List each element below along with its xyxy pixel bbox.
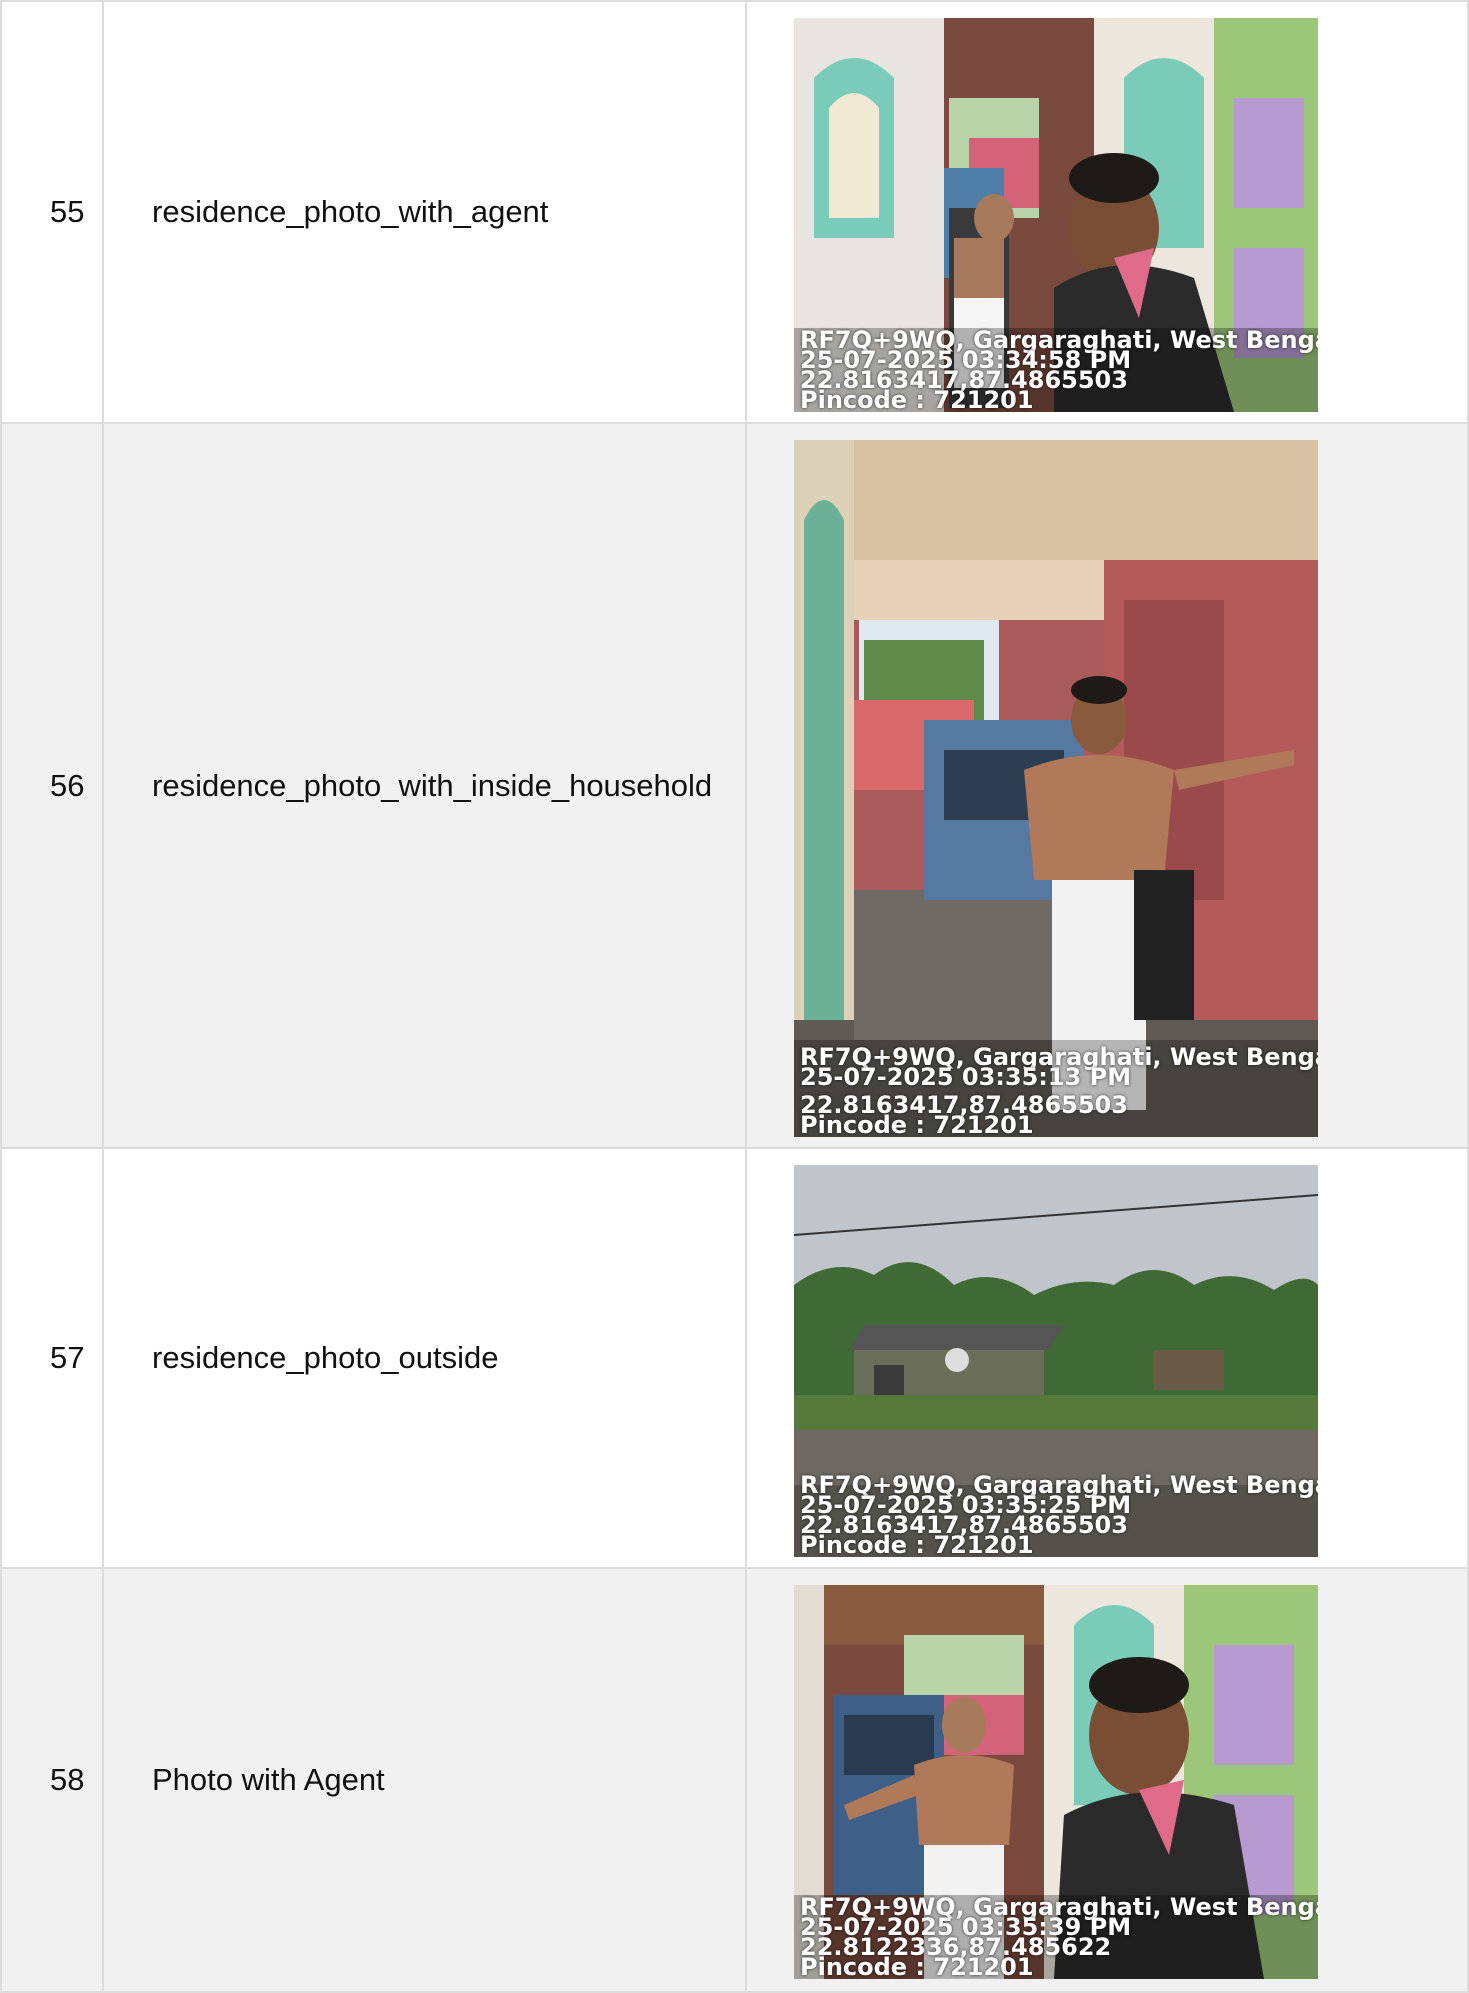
table-row: 57 residence_photo_outside RF7Q+9WQ, Gar… (0, 1147, 1469, 1569)
table-row: 56 residence_photo_with_inside_household (0, 422, 1469, 1149)
photo-stamp: RF7Q+9WQ, Gargaraghati, West Bengal 7212… (800, 328, 1318, 412)
photo-stamp: RF7Q+9WQ, Gargaraghati, West Bengal 7212… (800, 1895, 1318, 1979)
row-label: residence_photo_outside (102, 1147, 747, 1569)
row-label: residence_photo_with_inside_household (102, 422, 747, 1149)
table-row: 55 residence_photo_with_agent RF7Q+9WQ, … (0, 0, 1469, 424)
household-scene-image (794, 440, 1318, 1137)
photo-cell: RF7Q+9WQ, Gargaraghati, West Bengal 7212… (745, 0, 1469, 424)
row-label: Photo with Agent (102, 1567, 747, 1993)
agent-photo[interactable]: RF7Q+9WQ, Gargaraghati, West Bengal 7212… (794, 1585, 1318, 1979)
photo-cell: RF7Q+9WQ, Gargaraghati, West Bengal 7212… (745, 1147, 1469, 1569)
photo-table: 55 residence_photo_with_agent RF7Q+9WQ, … (0, 0, 1469, 1993)
residence-household-photo[interactable]: RF7Q+9WQ, Gargaraghati, West Bengal 7212… (794, 440, 1318, 1137)
row-number: 57 (0, 1147, 104, 1569)
photo-stamp: RF7Q+9WQ, Gargaraghati, West Bengal 7212… (800, 1045, 1318, 1137)
residence-outside-photo[interactable]: RF7Q+9WQ, Gargaraghati, West Bengal 7212… (794, 1165, 1318, 1557)
row-label: residence_photo_with_agent (102, 0, 747, 424)
photo-stamp: RF7Q+9WQ, Gargaraghati, West Bengal 7212… (800, 1473, 1318, 1557)
row-number: 58 (0, 1567, 104, 1993)
photo-cell: RF7Q+9WQ, Gargaraghati, West Bengal 7212… (745, 422, 1469, 1149)
row-number: 56 (0, 422, 104, 1149)
photo-cell: RF7Q+9WQ, Gargaraghati, West Bengal 7212… (745, 1567, 1469, 1993)
residence-agent-photo[interactable]: RF7Q+9WQ, Gargaraghati, West Bengal 7212… (794, 18, 1318, 412)
table-row: 58 Photo with Agent RF7Q+9WQ, Gargaragha… (0, 1567, 1469, 1993)
row-number: 55 (0, 0, 104, 424)
